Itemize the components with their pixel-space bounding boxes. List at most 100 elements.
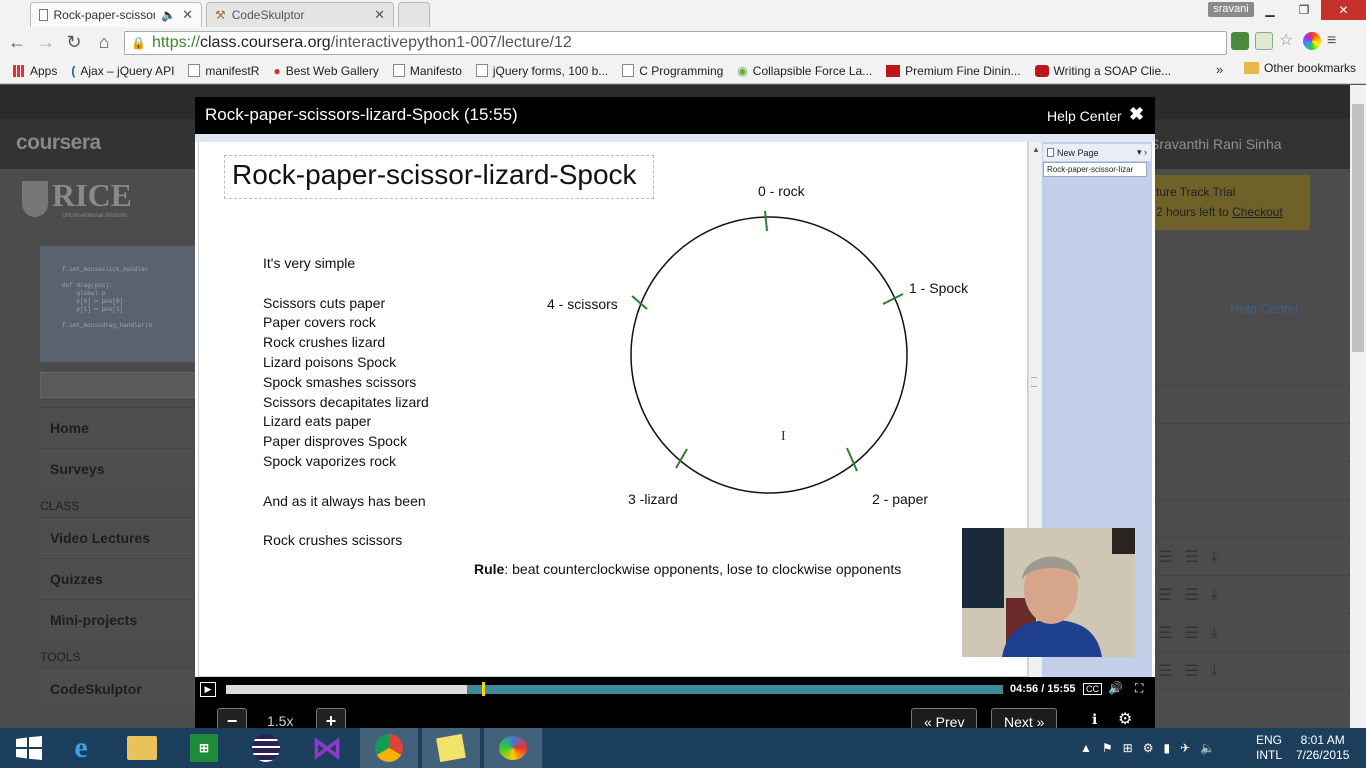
forward-icon[interactable]: → bbox=[35, 31, 57, 53]
menu-icon[interactable]: ≡ bbox=[1327, 32, 1345, 50]
list-icon[interactable]: ☰ bbox=[1158, 547, 1172, 567]
captions-icon[interactable]: CC bbox=[1083, 683, 1102, 695]
home-icon[interactable]: ⌂ bbox=[93, 31, 115, 53]
list-icon[interactable]: ☰ bbox=[1184, 585, 1198, 605]
reload-icon[interactable]: ↻ bbox=[63, 31, 85, 53]
info-icon[interactable]: ℹ bbox=[1092, 711, 1097, 728]
play-icon[interactable]: ▶ bbox=[200, 682, 216, 697]
bookmark-ajax[interactable]: (Ajax – jQuery API bbox=[64, 64, 181, 78]
bookmark-apps[interactable]: Apps bbox=[6, 64, 64, 78]
list-item: ☰ ☰ ⤓ bbox=[1154, 651, 1350, 689]
taskbar-paint[interactable] bbox=[484, 728, 542, 768]
instructor-webcam bbox=[962, 528, 1135, 657]
bookmark-best-web-gallery[interactable]: ● Best Web Gallery bbox=[266, 64, 385, 78]
list-icon[interactable]: ☰ bbox=[1184, 623, 1198, 643]
back-icon[interactable]: ← bbox=[6, 31, 28, 53]
flag-icon[interactable]: ⚑ bbox=[1102, 741, 1113, 755]
tab-title: Rock-paper-scissors-liz bbox=[53, 8, 156, 22]
sidebar-item-video-lectures[interactable]: Video Lectures bbox=[40, 517, 196, 558]
new-tab-button[interactable] bbox=[398, 2, 430, 27]
profile-badge[interactable]: sravani bbox=[1208, 2, 1254, 17]
start-button[interactable] bbox=[0, 728, 58, 768]
rule-statement: Rule: beat counterclockwise opponents, l… bbox=[474, 561, 901, 577]
list-icon[interactable]: ☰ bbox=[1158, 661, 1172, 681]
download-icon[interactable]: ⤓ bbox=[1211, 624, 1218, 642]
volume-icon[interactable]: 🔈 bbox=[1200, 741, 1215, 755]
volume-icon[interactable]: 🔊 bbox=[1108, 681, 1123, 695]
rpsls-cycle-diagram: 0 - rock 1 - Spock 2 - paper 3 -lizard 4… bbox=[547, 183, 969, 507]
sidebar-item-home[interactable]: Home bbox=[40, 407, 196, 448]
rule-line: Spock smashes scissors bbox=[263, 373, 417, 390]
list-icon[interactable]: ☰ bbox=[1184, 661, 1198, 681]
more-bookmarks-button[interactable]: » bbox=[1216, 62, 1223, 77]
bookmark-jquery-forms[interactable]: jQuery forms, 100 b... bbox=[469, 64, 615, 78]
close-icon[interactable]: ✖ bbox=[1129, 104, 1144, 125]
tab-codeskulptor[interactable]: ⚒ CodeSkulptor ✕ bbox=[206, 2, 394, 27]
onenote-page-tab[interactable]: Rock-paper-scissor-lizar bbox=[1043, 162, 1147, 177]
jquery-icon: ( bbox=[71, 63, 76, 78]
sidebar-item-mini-projects[interactable]: Mini-projects bbox=[40, 599, 196, 640]
taskbar-explorer[interactable] bbox=[113, 728, 171, 768]
color-picker-icon[interactable] bbox=[1303, 32, 1321, 50]
taskbar-excel[interactable]: ⊞ bbox=[175, 728, 233, 768]
download-icon[interactable]: ⤓ bbox=[1211, 548, 1218, 566]
bookmark-manifestr[interactable]: manifestR bbox=[181, 64, 266, 78]
sidebar-search-input[interactable] bbox=[40, 372, 196, 398]
show-hidden-icons-icon[interactable]: ▲ bbox=[1080, 741, 1092, 755]
scroll-grip[interactable] bbox=[1031, 377, 1037, 387]
maximize-icon[interactable]: ❐ bbox=[1287, 0, 1321, 20]
close-tab-icon[interactable]: ✕ bbox=[374, 7, 385, 23]
user-menu[interactable]: Sravanthi Rani Sinha bbox=[1150, 136, 1282, 152]
taskbar-sticky-notes[interactable] bbox=[422, 728, 480, 768]
dropdown-icon[interactable]: ▾ › bbox=[1137, 147, 1147, 158]
bookmark-c-programming[interactable]: C Programming bbox=[615, 64, 730, 78]
network-icon[interactable]: ⚙ bbox=[1143, 741, 1154, 755]
settings-gear-icon[interactable]: ⚙ bbox=[1118, 709, 1132, 729]
close-tab-icon[interactable]: ✕ bbox=[182, 7, 193, 23]
bookmark-soap-client[interactable]: Writing a SOAP Clie... bbox=[1028, 64, 1179, 78]
rice-shield-icon bbox=[22, 180, 48, 217]
minimize-icon[interactable]: ▁ bbox=[1253, 0, 1287, 20]
modal-help-center-link[interactable]: Help Center bbox=[1047, 108, 1122, 124]
download-icon[interactable]: ⤓ bbox=[1211, 662, 1218, 680]
list-extension-icon[interactable] bbox=[1255, 32, 1273, 50]
taskbar-visual-studio[interactable]: ⋈ bbox=[298, 728, 356, 768]
bookmark-collapsible-force[interactable]: ◉ Collapsible Force La... bbox=[730, 64, 879, 78]
time-display: 04:56 / 15:55 bbox=[1010, 683, 1076, 695]
list-icon[interactable]: ☰ bbox=[1158, 585, 1172, 605]
airplane-icon[interactable]: ✈ bbox=[1180, 741, 1190, 755]
other-bookmarks-folder[interactable]: Other bookmarks bbox=[1244, 61, 1356, 75]
list-icon[interactable]: ☰ bbox=[1184, 547, 1198, 567]
help-center-link[interactable]: Help Center bbox=[1230, 301, 1299, 316]
page-scrollbar-thumb[interactable] bbox=[1352, 104, 1364, 352]
scroll-up-icon[interactable]: ▲ bbox=[1032, 145, 1040, 154]
close-window-icon[interactable]: ✕ bbox=[1321, 0, 1366, 20]
address-bar[interactable]: 🔒 https://class.coursera.org/interactive… bbox=[124, 31, 1227, 55]
tab-strip: Rock-paper-scissors-liz 🔈 ✕ ⚒ CodeSkulpt… bbox=[0, 0, 1366, 27]
new-page-button[interactable]: New Page ▾ › bbox=[1043, 144, 1151, 161]
bookmark-manifesto[interactable]: Manifesto bbox=[386, 64, 469, 78]
playhead-handle[interactable] bbox=[482, 682, 485, 696]
input-language[interactable]: ENG INTL bbox=[1256, 733, 1282, 763]
list-icon[interactable]: ☰ bbox=[1158, 623, 1172, 643]
star-icon[interactable]: ☆ bbox=[1279, 32, 1297, 50]
taskbar-clock[interactable]: 8:01 AM 7/26/2015 bbox=[1296, 733, 1349, 763]
sidebar-item-codeskulptor[interactable]: CodeSkulptor bbox=[40, 668, 196, 709]
bookmark-premium-fine-dining[interactable]: Premium Fine Dinin... bbox=[879, 64, 1027, 78]
sidebar-item-quizzes[interactable]: Quizzes bbox=[40, 558, 196, 599]
checkout-link[interactable]: Checkout bbox=[1232, 205, 1283, 219]
globe-icon: ◉ bbox=[737, 63, 748, 78]
taskbar-chrome[interactable] bbox=[360, 728, 418, 768]
sidebar-item-surveys[interactable]: Surveys bbox=[40, 448, 196, 489]
windows-logo-icon bbox=[16, 736, 42, 760]
shield-extension-icon[interactable] bbox=[1231, 32, 1249, 50]
tab-lecture[interactable]: Rock-paper-scissors-liz 🔈 ✕ bbox=[30, 2, 202, 27]
ie-icon: e bbox=[74, 731, 88, 764]
video-frame[interactable]: Rock-paper-scissor-lizard-Spock It's ver… bbox=[195, 134, 1155, 677]
taskbar-ie[interactable]: e bbox=[52, 728, 110, 768]
download-icon[interactable]: ⤓ bbox=[1211, 586, 1218, 604]
windows-update-icon[interactable]: ⊞ bbox=[1123, 741, 1133, 755]
fullscreen-icon[interactable]: ⛶ bbox=[1135, 681, 1143, 696]
battery-icon[interactable]: ▮ bbox=[1163, 741, 1170, 755]
taskbar-eclipse[interactable] bbox=[237, 728, 295, 768]
